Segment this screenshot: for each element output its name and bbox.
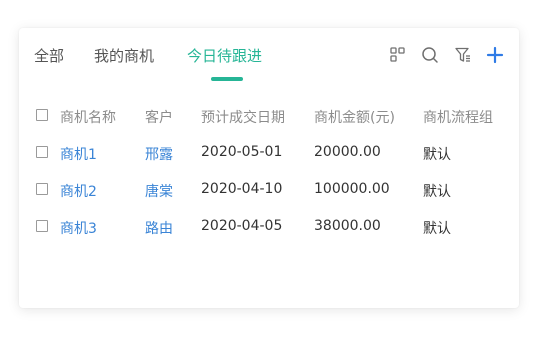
expected-date: 2020-04-05 (201, 218, 283, 234)
flow-group: 默认 (423, 221, 451, 237)
amount: 38000.00 (314, 218, 381, 234)
column-header-amount: 商机金额(元) (314, 110, 395, 126)
row-checkbox[interactable] (36, 220, 48, 232)
column-header-customer: 客户 (145, 110, 173, 126)
opportunity-name-link[interactable]: 商机3 (60, 218, 97, 238)
opportunity-name-link[interactable]: 商机1 (60, 144, 97, 164)
customer-link[interactable]: 路由 (145, 218, 173, 238)
search-icon[interactable] (420, 45, 440, 65)
active-tab-indicator (211, 77, 243, 81)
table-row: 商机1 邢露 2020-05-01 20000.00 默认 (19, 135, 519, 171)
row-checkbox[interactable] (36, 183, 48, 195)
layout-grid-icon[interactable] (388, 45, 408, 65)
column-header-expected-date: 预计成交日期 (201, 110, 285, 126)
table-row: 商机3 路由 2020-04-05 38000.00 默认 (19, 209, 519, 245)
table-row: 商机2 唐棠 2020-04-10 100000.00 默认 (19, 172, 519, 208)
column-header-flow-group: 商机流程组 (423, 110, 493, 126)
tab-today-follow-up[interactable]: 今日待跟进 (187, 45, 262, 66)
flow-group: 默认 (423, 147, 451, 163)
opportunity-name-link[interactable]: 商机2 (60, 181, 97, 201)
plus-icon[interactable] (485, 45, 505, 65)
table-header-row: 商机名称 客户 预计成交日期 商机金额(元) 商机流程组 (19, 98, 519, 134)
select-all-checkbox[interactable] (36, 109, 48, 121)
tab-my-opportunities[interactable]: 我的商机 (94, 45, 154, 66)
customer-link[interactable]: 唐棠 (145, 181, 173, 201)
amount: 20000.00 (314, 144, 381, 160)
flow-group: 默认 (423, 184, 451, 200)
expected-date: 2020-05-01 (201, 144, 283, 160)
customer-link[interactable]: 邢露 (145, 144, 173, 164)
row-checkbox[interactable] (36, 146, 48, 158)
amount: 100000.00 (314, 181, 390, 197)
expected-date: 2020-04-10 (201, 181, 283, 197)
tab-all[interactable]: 全部 (34, 45, 64, 66)
column-header-name: 商机名称 (60, 110, 116, 126)
filter-settings-icon[interactable] (453, 45, 473, 65)
tab-bar: 全部 我的商机 今日待跟进 (19, 28, 519, 84)
opportunity-card: 全部 我的商机 今日待跟进 商机名称 客户 预计成交日期 商机金额(元) 商机流… (19, 28, 519, 308)
